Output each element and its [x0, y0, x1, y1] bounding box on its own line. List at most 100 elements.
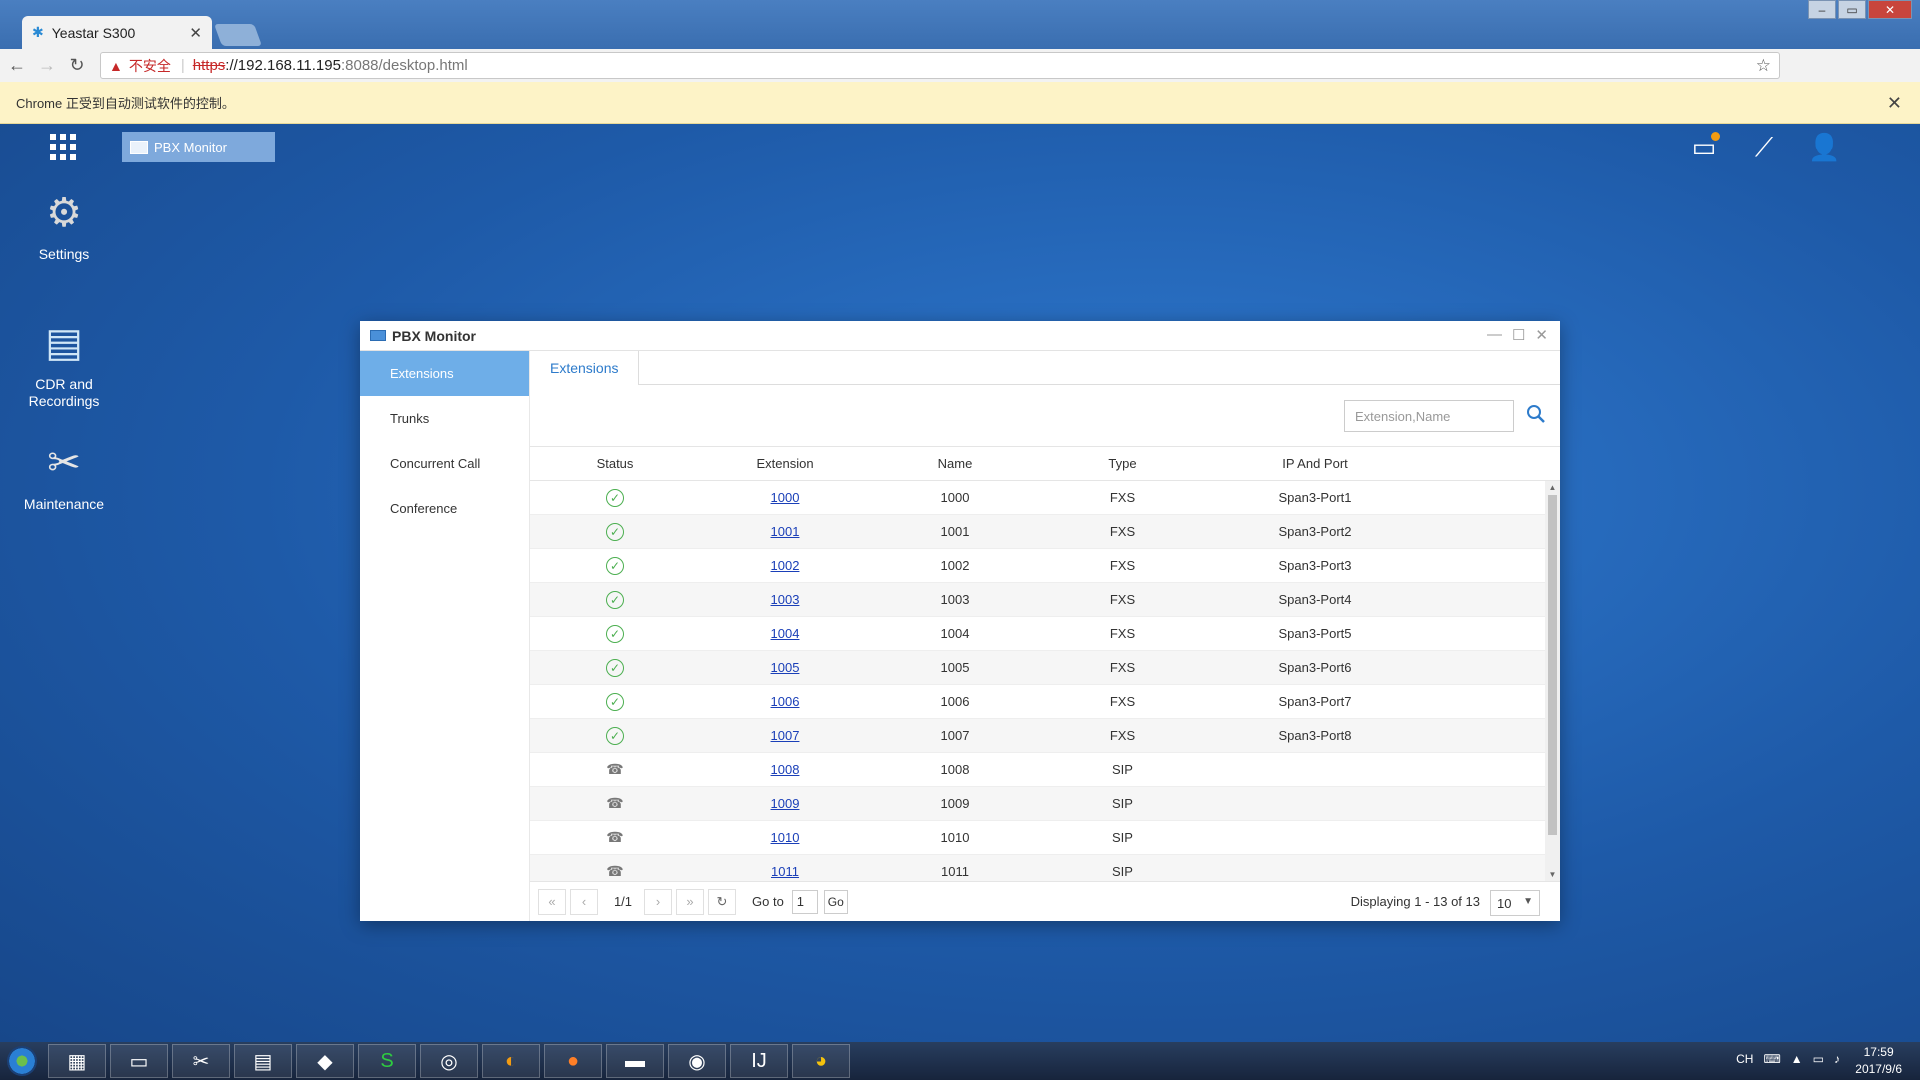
new-tab-button[interactable] [213, 24, 263, 46]
page-size-select[interactable]: 10 ▼ [1490, 890, 1540, 916]
scroll-down-icon[interactable]: ▼ [1545, 870, 1560, 879]
taskbar-app-sogou-icon[interactable]: ◎ [420, 1044, 478, 1078]
taskbar-app-puzzle-icon[interactable]: ◆ [296, 1044, 354, 1078]
app-grid-icon[interactable] [50, 134, 76, 160]
tray-expand-icon[interactable]: ▲ [1791, 1052, 1803, 1066]
last-page-icon[interactable]: » [676, 888, 704, 915]
first-page-icon[interactable]: « [538, 888, 566, 915]
scroll-up-icon[interactable]: ▲ [1545, 483, 1560, 492]
taskbar-app-explorer-icon[interactable]: ▦ [48, 1044, 106, 1078]
refresh-icon[interactable]: ↻ [708, 888, 736, 915]
table-row[interactable]: ✓ 1005 1005 FXS Span3-Port6 [530, 651, 1545, 685]
next-page-icon[interactable]: › [644, 888, 672, 915]
maximize-icon[interactable]: ☐ [1512, 326, 1525, 344]
cell-name: 1011 [941, 864, 969, 879]
extension-link[interactable]: 1009 [771, 796, 800, 811]
column-header-ip-port[interactable]: IP And Port [1205, 456, 1425, 471]
desktop-icon-cdr[interactable]: ▤ CDR and Recordings [9, 316, 119, 410]
extension-link[interactable]: 1008 [771, 762, 800, 777]
column-header-type[interactable]: Type [1040, 456, 1205, 471]
taskbar-app-chrome-icon[interactable]: ◕ [792, 1044, 850, 1078]
extension-link[interactable]: 1000 [771, 490, 800, 505]
search-input[interactable]: Extension,Name [1344, 400, 1514, 432]
address-bar[interactable]: ▲ 不安全 | https://192.168.11.195:8088/desk… [100, 52, 1780, 79]
extension-link[interactable]: 1011 [771, 864, 799, 879]
table-row[interactable]: ✓ 1003 1003 FXS Span3-Port4 [530, 583, 1545, 617]
table-row[interactable]: ✓ 1006 1006 FXS Span3-Port7 [530, 685, 1545, 719]
window-header[interactable]: PBX Monitor — ☐ ✕ [360, 321, 1560, 351]
tab-extensions[interactable]: Extensions [530, 351, 640, 385]
desktop-icon-settings[interactable]: ⚙ Settings [9, 186, 119, 263]
search-icon[interactable] [1526, 404, 1548, 426]
scroll-thumb[interactable] [1548, 495, 1557, 835]
table-row[interactable]: ☎ 1010 1010 SIP [530, 821, 1545, 855]
table-row[interactable]: ✓ 1007 1007 FXS Span3-Port8 [530, 719, 1545, 753]
taskbar-app-network-icon[interactable]: ◉ [668, 1044, 726, 1078]
taskbar-app-firefox-icon[interactable]: ● [544, 1044, 602, 1078]
browser-tab[interactable]: ✱ Yeastar S300 ✕ [22, 16, 212, 49]
extension-link[interactable]: 1003 [771, 592, 800, 607]
extension-link[interactable]: 1007 [771, 728, 800, 743]
bookmark-star-icon[interactable]: ☆ [1756, 56, 1771, 76]
tab-close-icon[interactable]: ✕ [189, 24, 202, 42]
taskbar-app-terminal-icon[interactable]: ▬ [606, 1044, 664, 1078]
statistics-chart-icon[interactable]: ⟋ [1748, 132, 1780, 162]
table-row[interactable]: ✓ 1002 1002 FXS Span3-Port3 [530, 549, 1545, 583]
taskbar-app-folder-icon[interactable]: ▭ [110, 1044, 168, 1078]
sidebar-item-conference[interactable]: Conference [360, 486, 529, 531]
start-button[interactable] [0, 1042, 44, 1080]
reload-icon[interactable]: ↻ [64, 55, 90, 76]
volume-icon[interactable]: ♪ [1834, 1052, 1840, 1066]
prev-page-icon[interactable]: ‹ [570, 888, 598, 915]
cell-extension: 1009 [700, 796, 870, 811]
go-button[interactable]: Go [823, 889, 848, 914]
extension-link[interactable]: 1010 [771, 830, 800, 845]
minimize-button[interactable]: – [1808, 0, 1836, 19]
extension-link[interactable]: 1006 [771, 694, 800, 709]
messages-icon[interactable]: ▭ [1688, 132, 1720, 162]
column-header-extension[interactable]: Extension [700, 456, 870, 471]
chevron-down-icon: ▼ [1523, 896, 1533, 907]
taskbar-app-intellij-icon[interactable]: IJ [730, 1044, 788, 1078]
url-path: :8088/desktop.html [340, 57, 468, 74]
extension-link[interactable]: 1002 [771, 558, 800, 573]
pbx-monitor-taskbutton[interactable]: PBX Monitor [122, 132, 275, 162]
table-row[interactable]: ☎ 1011 1011 SIP [530, 855, 1545, 881]
extension-link[interactable]: 1001 [771, 524, 800, 539]
cell-type: FXS [1109, 660, 1136, 675]
forward-arrow-icon[interactable]: → [34, 55, 60, 76]
extension-link[interactable]: 1004 [771, 626, 800, 641]
back-arrow-icon[interactable]: ← [4, 55, 30, 76]
close-window-button[interactable]: ✕ [1868, 0, 1912, 19]
keyboard-icon[interactable]: ⌨ [1763, 1052, 1780, 1066]
network-icon[interactable]: ▭ [1813, 1052, 1824, 1066]
goto-page-input[interactable]: 1 [791, 889, 818, 914]
sidebar-item-extensions[interactable]: Extensions [360, 351, 529, 396]
close-icon[interactable]: ✕ [1535, 326, 1548, 344]
sidebar-item-trunks[interactable]: Trunks [360, 396, 529, 441]
minimize-icon[interactable]: — [1487, 326, 1502, 344]
tray-language[interactable]: CH [1736, 1052, 1753, 1066]
extension-link[interactable]: 1005 [771, 660, 800, 675]
taskbar-app-s-icon[interactable]: S [358, 1044, 416, 1078]
sidebar-item-concurrent-call[interactable]: Concurrent Call [360, 441, 529, 486]
clock[interactable]: 17:59 2017/9/6 [1855, 1044, 1902, 1078]
user-profile-icon[interactable]: 👤 [1808, 132, 1840, 162]
infobar-close-icon[interactable]: ✕ [1887, 93, 1902, 114]
maximize-button[interactable]: ▭ [1838, 0, 1866, 19]
table-scrollbar[interactable]: ▲ ▼ [1545, 481, 1560, 881]
cell-extension: 1002 [700, 558, 870, 573]
taskbutton-label: PBX Monitor [154, 139, 227, 155]
column-header-name[interactable]: Name [870, 456, 1040, 471]
table-row[interactable]: ☎ 1009 1009 SIP [530, 787, 1545, 821]
taskbar-app-files-icon[interactable]: ▤ [234, 1044, 292, 1078]
desktop-icon-maintenance[interactable]: ✂ Maintenance [9, 436, 119, 513]
taskbar-app-tools-icon[interactable]: ✂ [172, 1044, 230, 1078]
column-header-status[interactable]: Status [530, 456, 700, 471]
taskbar-app-orange-icon[interactable]: ◐ [482, 1044, 540, 1078]
table-row[interactable]: ✓ 1001 1001 FXS Span3-Port2 [530, 515, 1545, 549]
table-row[interactable]: ✓ 1004 1004 FXS Span3-Port5 [530, 617, 1545, 651]
table-row[interactable]: ✓ 1000 1000 FXS Span3-Port1 [530, 481, 1545, 515]
table-row[interactable]: ☎ 1008 1008 SIP [530, 753, 1545, 787]
cell-ip-port: Span3-Port3 [1278, 558, 1352, 573]
